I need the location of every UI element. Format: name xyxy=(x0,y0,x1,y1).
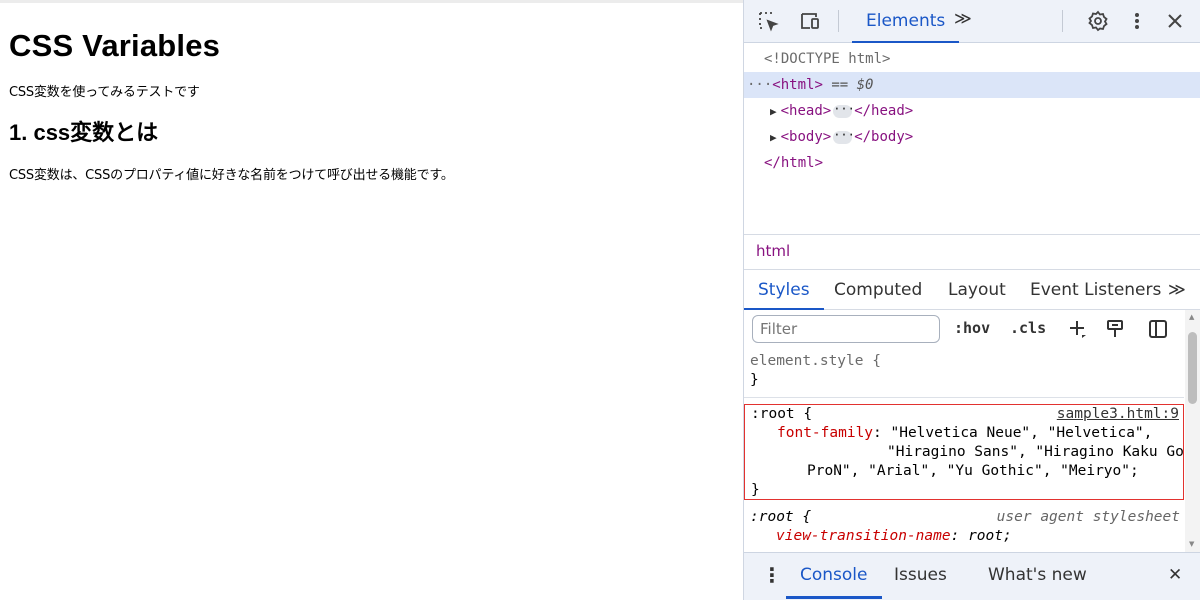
body-open-tag: <body> xyxy=(780,129,832,145)
styles-subtabs: Styles Computed Layout Event Listeners ≫ xyxy=(744,270,1200,310)
root-selector: :root { xyxy=(751,406,813,422)
more-subtabs-icon[interactable]: ≫ xyxy=(1168,270,1186,310)
tab-event-listeners[interactable]: Event Listeners xyxy=(1030,270,1161,310)
doctype-text: <!DOCTYPE html> xyxy=(764,51,891,67)
device-toggle-icon[interactable] xyxy=(798,9,822,33)
view-transition-value[interactable]: : root; xyxy=(951,528,1012,544)
tab-console[interactable]: Console xyxy=(786,553,882,599)
inspect-icon[interactable] xyxy=(756,9,780,33)
tab-whats-new[interactable]: What's new xyxy=(988,553,1087,599)
more-tabs-icon[interactable]: ≫ xyxy=(954,9,972,29)
scroll-thumb[interactable] xyxy=(1188,332,1197,404)
styles-filter-input[interactable] xyxy=(752,315,940,343)
breadcrumb-item-html[interactable]: html xyxy=(756,242,790,260)
color-format-icon[interactable] xyxy=(1104,318,1126,340)
view-transition-property[interactable]: view-transition-name xyxy=(776,528,951,544)
dom-doctype[interactable]: <!DOCTYPE html> xyxy=(764,46,890,72)
body-close-tag: </body> xyxy=(854,129,914,145)
styles-pane: element.style { } :root { sample3.html:9… xyxy=(744,348,1184,552)
tab-issues[interactable]: Issues xyxy=(894,553,947,599)
dom-node-body[interactable]: ▶ <body> ···</body> xyxy=(770,124,913,150)
page-title: CSS Variables xyxy=(9,28,221,63)
toolbar-divider xyxy=(838,10,839,32)
dom-html-close[interactable]: </html> xyxy=(764,150,823,176)
section-text: CSS変数は、CSSのプロパティ値に好きな名前をつけて呼び出せる機能です。 xyxy=(9,168,454,183)
dom-tree: <!DOCTYPE html> ···<html> == $0 ▶ <head> ·… xyxy=(744,44,1200,234)
tab-computed[interactable]: Computed xyxy=(834,270,922,310)
font-family-property[interactable]: font-family xyxy=(777,425,873,441)
cls-toggle[interactable]: .cls xyxy=(1010,319,1046,337)
tab-elements[interactable]: Elements xyxy=(852,0,960,43)
font-family-value-3[interactable]: ProN", "Arial", "Yu Gothic", "Meiryo"; xyxy=(807,463,1139,479)
dom-node-head[interactable]: ▶ <head> ···</head> xyxy=(770,98,913,124)
element-style-rule[interactable]: element.style { } xyxy=(744,352,1184,390)
selected-marker: == $0 xyxy=(831,77,874,93)
root-rule-highlight[interactable]: :root { sample3.html:9 font-family: "Hel… xyxy=(744,404,1184,500)
devtools-toolbar: Elements ≫ xyxy=(744,0,1200,43)
breadcrumb: html xyxy=(744,234,1200,270)
close-icon[interactable] xyxy=(1163,9,1187,33)
scroll-up-icon[interactable]: ▲ xyxy=(1189,313,1194,321)
head-close-tag: </head> xyxy=(854,103,914,119)
hov-toggle[interactable]: :hov xyxy=(954,319,990,337)
collapsed-ellipsis[interactable]: ··· xyxy=(833,103,855,118)
rule-close-brace: } xyxy=(750,372,759,388)
tab-styles[interactable]: Styles xyxy=(744,270,824,310)
expand-triangle-icon[interactable]: ▶ xyxy=(770,131,777,144)
collapsed-ellipsis[interactable]: ··· xyxy=(833,129,855,144)
rule-divider xyxy=(744,397,1184,398)
styles-scrollbar[interactable]: ▲ ▼ xyxy=(1185,310,1200,552)
html-open-tag: <html> xyxy=(772,77,823,93)
toggle-sidebar-icon[interactable] xyxy=(1147,318,1169,340)
root-source-link[interactable]: sample3.html:9 xyxy=(1057,405,1179,424)
ua-root-rule[interactable]: :root { user agent stylesheet view-trans… xyxy=(744,508,1184,546)
dom-node-html[interactable]: ···<html> == $0 xyxy=(744,72,1200,98)
html-close-tag: </html> xyxy=(764,155,824,171)
head-open-tag: <head> xyxy=(780,103,832,119)
styles-filter-bar: :hov .cls xyxy=(744,310,1184,348)
scroll-down-icon[interactable]: ▼ xyxy=(1189,540,1194,548)
new-rule-icon[interactable] xyxy=(1067,318,1089,340)
more-vert-icon[interactable] xyxy=(1125,9,1149,33)
devtools-panel: Elements ≫ <!DOCTYPE html> ···<html> == … xyxy=(743,0,1200,600)
tab-layout[interactable]: Layout xyxy=(948,270,1006,310)
ua-source-label: user agent stylesheet xyxy=(996,509,1180,525)
element-style-selector: element.style { xyxy=(750,353,881,369)
font-family-value-1[interactable]: : "Helvetica Neue", "Helvetica", xyxy=(873,425,1152,441)
drawer-menu-icon[interactable]: ⋮ xyxy=(762,553,782,599)
intro-text: CSS変数を使ってみるテストです xyxy=(9,85,200,100)
bottom-drawer: ⋮ Console Issues What's new ✕ xyxy=(744,552,1200,600)
page-content: CSS Variables CSS変数を使ってみるテストです 1. css変数と… xyxy=(0,0,743,600)
settings-icon[interactable] xyxy=(1086,9,1110,33)
font-family-value-2[interactable]: "Hiragino Sans", "Hiragino Kaku Gothic xyxy=(887,444,1184,460)
section-heading: 1. css変数とは xyxy=(9,120,159,145)
close-drawer-icon[interactable]: ✕ xyxy=(1168,553,1182,599)
ua-root-selector: :root { xyxy=(750,509,812,525)
toolbar-divider xyxy=(1062,10,1063,32)
expand-triangle-icon[interactable]: ▶ xyxy=(770,105,777,118)
rule-close-brace: } xyxy=(751,482,760,498)
